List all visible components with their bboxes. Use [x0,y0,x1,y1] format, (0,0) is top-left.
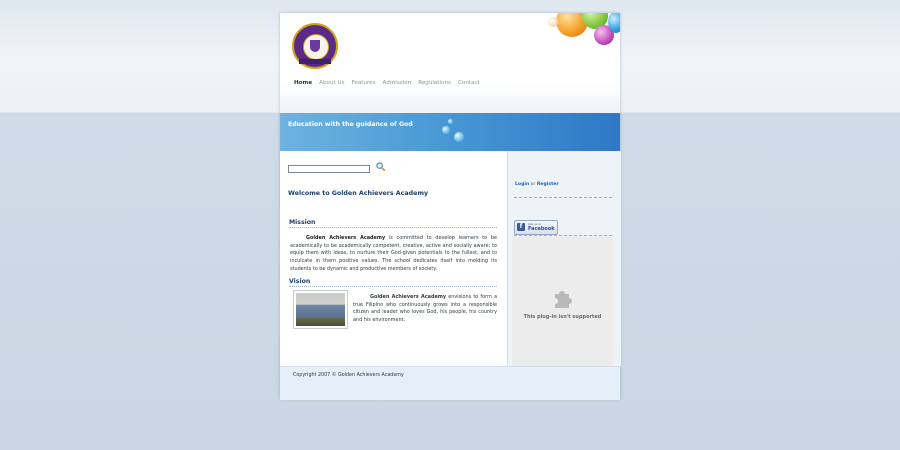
search-input[interactable] [288,165,370,173]
facebook-label: Facebook [528,226,555,232]
water-drop [448,119,453,124]
banner: Education with the guidance of God [280,113,620,151]
main-nav: Home About Us Features Admission Regulat… [294,80,487,86]
puzzle-piece-icon [555,291,572,308]
banner-tagline: Education with the guidance of God [288,121,413,128]
nav-regulations[interactable]: Regulations [418,80,451,86]
footer: Copyright 2007 © Golden Achievers Academ… [280,366,620,400]
mission-org-name: Golden Achievers Academy [306,235,386,241]
login-or: or [529,182,537,187]
decorative-bubbles [542,13,620,49]
search-icon[interactable] [376,162,385,171]
vision-heading: Vision [289,278,497,287]
nav-admission[interactable]: Admission [383,80,412,86]
plugin-message: This plug-in isn't supported [523,314,602,320]
logo-ribbon [299,59,331,64]
mission-paragraph: Golden Achievers Academy is committed to… [290,235,497,274]
vision-paragraph: Golden Achievers Academy envisions to fo… [353,294,497,324]
page-container: Home About Us Features Admission Regulat… [280,13,621,400]
page-title: Welcome to Golden Achievers Academy [288,190,429,197]
login-link[interactable]: Login [515,182,529,187]
water-drop [442,126,450,134]
logo-shield [310,40,320,52]
login-register: Login or Register [515,182,559,187]
facebook-icon: f [517,223,525,231]
divider [514,197,612,198]
photo-image [296,293,345,326]
nav-features[interactable]: Features [351,80,375,86]
sidebar: Login or Register f Like us on Facebook … [507,151,621,375]
blue-bubble [608,13,620,33]
header: Home About Us Features Admission Regulat… [280,13,620,113]
nav-home[interactable]: Home [294,80,312,86]
school-building-photo [293,290,348,329]
divider [514,235,612,236]
small-bubble [548,17,558,27]
nav-about-us[interactable]: About Us [319,80,344,86]
water-drop [454,132,464,142]
register-link[interactable]: Register [537,182,559,187]
unsupported-plugin: This plug-in isn't supported [512,237,613,375]
facebook-button[interactable]: f Like us on Facebook [514,220,558,235]
copyright-text: Copyright 2007 © Golden Achievers Academ… [293,373,404,378]
school-logo[interactable] [292,23,338,69]
nav-contact[interactable]: Contact [458,80,480,86]
vision-org-name: Golden Achievers Academy [370,294,447,300]
main-content: Welcome to Golden Achievers Academy Miss… [280,151,506,366]
mission-heading: Mission [289,219,497,228]
